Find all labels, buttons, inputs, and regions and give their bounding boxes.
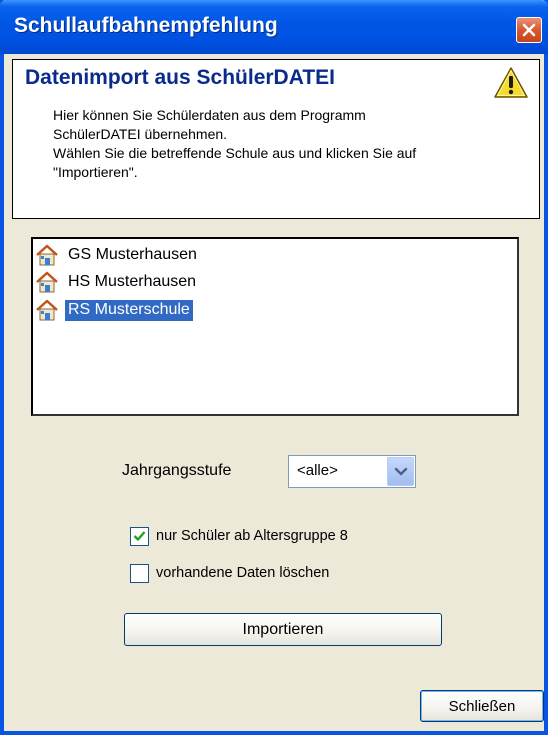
school-house-icon (36, 244, 58, 266)
school-house-icon (36, 271, 58, 293)
chevron-down-icon (394, 467, 407, 475)
school-list-item[interactable]: HS Musterhausen (35, 270, 199, 294)
jahrgangsstufe-select[interactable]: <alle> (288, 455, 416, 488)
age-group-checkbox[interactable] (130, 526, 149, 546)
school-list-item-selected[interactable]: RS Musterschule (35, 298, 193, 322)
description-line: Wählen Sie die betreffende Schule aus un… (53, 145, 417, 161)
description-line: SchülerDATEI übernehmen. (53, 126, 228, 142)
school-list-item[interactable]: GS Musterhausen (35, 243, 200, 267)
school-house-icon (36, 299, 58, 321)
jahrgangsstufe-value: <alle> (297, 462, 338, 479)
warning-icon (494, 67, 528, 98)
close-window-button[interactable] (516, 17, 542, 43)
school-list-item-label: GS Musterhausen (68, 245, 197, 263)
school-list-item-label: HS Musterhausen (68, 272, 197, 290)
close-icon (522, 23, 536, 37)
header-panel: Datenimport aus SchülerDATEI Hier können… (12, 59, 540, 219)
delete-data-option[interactable]: vorhandene Daten löschen (130, 562, 329, 584)
delete-data-checkbox[interactable] (130, 563, 149, 583)
school-list[interactable]: GS Musterhausen HS Musterhausen RS Muste… (31, 237, 519, 416)
header-description: Hier können Sie Schülerdaten aus dem Pro… (53, 106, 533, 182)
age-group-option[interactable]: nur Schüler ab Altersgruppe 8 (130, 525, 348, 547)
jahrgangsstufe-label: Jahrgangsstufe (122, 462, 232, 479)
age-group-label: nur Schüler ab Altersgruppe 8 (156, 528, 348, 544)
delete-data-label: vorhandene Daten löschen (156, 565, 330, 581)
import-button[interactable]: Importieren (124, 613, 442, 646)
checkmark-icon (133, 531, 146, 541)
school-list-item-label: RS Musterschule (65, 299, 193, 321)
dropdown-button[interactable] (387, 457, 414, 486)
title-bar[interactable]: Schullaufbahnempfehlung (0, 0, 548, 54)
dialog-window: Schullaufbahnempfehlung Datenimport aus … (0, 0, 548, 735)
description-line: "Importieren". (53, 164, 138, 180)
window-title: Schullaufbahnempfehlung (14, 14, 278, 37)
page-title: Datenimport aus SchülerDATEI (25, 66, 335, 89)
close-button[interactable]: Schließen (420, 690, 544, 722)
description-line: Hier können Sie Schülerdaten aus dem Pro… (53, 107, 366, 123)
